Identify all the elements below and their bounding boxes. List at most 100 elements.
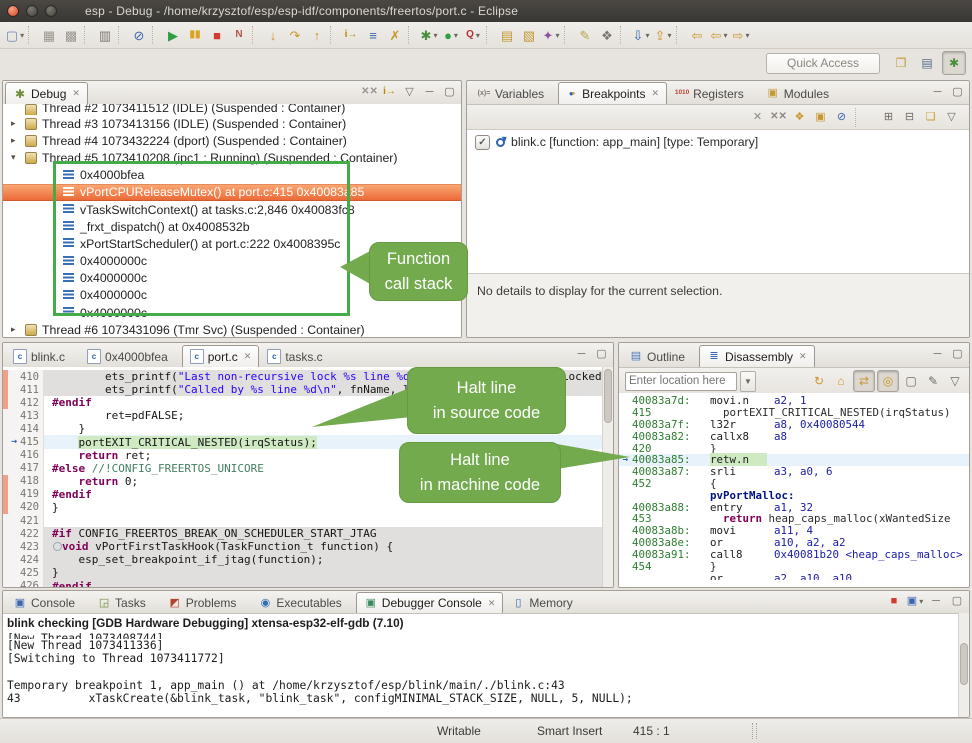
tab-tasks[interactable]: ◲ Tasks [89,592,160,613]
line-gutter[interactable]: 412 [3,396,44,409]
disassembly-row[interactable]: 40083a8b:movia11, 4 [619,525,969,537]
line-gutter[interactable]: 418 [3,475,44,488]
disassembly-row[interactable]: 40083a7d:movi.na2, 1 [619,395,969,407]
home-icon[interactable]: ⌂ [831,371,851,391]
tab-tasks-c[interactable]: c tasks.c [259,345,336,367]
disassembly-row[interactable]: 454} [619,560,969,572]
line-gutter[interactable]: 425 [3,566,44,579]
tree-expand-arrow[interactable]: ▸ [11,135,24,146]
pin-view-icon[interactable]: ✎ [923,371,943,391]
disassembly-row[interactable]: 452{ [619,478,969,490]
tab-debug[interactable]: ✱ Debug ✕ [5,82,88,104]
refresh-icon[interactable]: ↻ [809,371,829,391]
scrollbar-thumb[interactable] [960,643,968,685]
debug-tree-row[interactable]: ▸ Thread #6 1073431096 (Tmr Svc) (Suspen… [3,321,461,337]
forward-icon[interactable]: ⇨ [730,24,752,46]
tab-breakpoints[interactable]: Breakpoints ✕ [558,82,667,104]
last-edit-location-icon[interactable]: ⇦ [686,24,708,46]
open-folder-icon[interactable]: ▧ [518,24,540,46]
line-gutter[interactable]: 421 [3,514,44,527]
tab-variables[interactable]: Variables [469,82,558,104]
debug-tree-row[interactable]: _frxt_dispatch() at 0x4008532b [3,218,461,235]
disassembly-row[interactable]: 453 return heap_caps_malloc(xWantedSize [619,513,969,525]
code-line-421[interactable]: 421 [3,514,603,527]
maximize-icon[interactable]: ▢ [949,83,966,101]
line-gutter[interactable]: 426 [3,580,44,588]
new-cpp-project-icon[interactable]: ▤ [496,24,518,46]
cpp-perspective-icon[interactable]: ▤ [916,52,938,74]
tab-executables[interactable]: ◉ Executables [250,592,355,613]
disassembly-row[interactable]: 40083a87:srlia3, a0, 6 [619,466,969,478]
show-debug-icon[interactable]: ≡ [362,24,384,46]
tab-disassembly[interactable]: ≣ Disassembly ✕ [699,345,815,367]
line-gutter[interactable]: 423 [3,540,44,553]
disassembly-row[interactable]: 40083a7f:l32ra8, 0x40080544 [619,419,969,431]
line-gutter[interactable]: 419 [3,488,44,501]
new-wizard-icon[interactable]: ▢ [4,24,26,46]
tab-debugger-console[interactable]: ▣ Debugger Console ✕ [356,592,504,613]
sync-with-stack-icon[interactable]: ⇄ [853,370,875,392]
fetch-symbols-icon[interactable]: ⇩ [630,24,652,46]
step-over-icon[interactable]: ↷ [284,24,306,46]
quick-access-field[interactable]: Quick Access [766,53,880,74]
display-selected-console-icon[interactable]: ▣ [906,592,924,610]
maximize-icon[interactable]: ▢ [948,592,966,610]
debug-tree-row[interactable]: vTaskSwitchContext() at tasks.c:2,846 0x… [3,201,461,218]
breakpoint-item[interactable]: ✓ blink.c [function: app_main] [type: Te… [467,133,969,151]
line-gutter[interactable]: 422 [3,527,44,540]
line-gutter[interactable]: 413 [3,409,44,422]
code-line-425[interactable]: 425} [3,566,603,579]
debug-tree-row[interactable]: vPortCPUReleaseMutex() at port.c:415 0x4… [3,184,461,201]
terminate-console-icon[interactable]: ■ [885,592,903,610]
open-new-view-icon[interactable]: ▢ [901,371,921,391]
step-into-icon[interactable]: ↓ [262,24,284,46]
tab-port-c[interactable]: c port.c ✕ [182,345,260,367]
disconnect-icon[interactable]: N [228,24,250,46]
minimize-icon[interactable]: ─ [421,83,438,101]
maximize-icon[interactable]: ▢ [949,345,966,363]
disassembly-listing[interactable]: 40083a7d:movi.na2, 1415 portEXIT_CRITICA… [619,393,969,587]
remove-all-breakpoints-icon[interactable]: ✕✕ [769,108,788,127]
disassembly-row[interactable]: 40083a91:call80x40081b20 <heap_caps_mall… [619,548,969,560]
tree-expand-arrow[interactable]: ▸ [11,324,24,335]
tab-console[interactable]: ▣ Console [5,592,89,613]
window-close-button[interactable] [7,5,19,17]
use-step-filters-icon[interactable]: ✗ [384,24,406,46]
line-gutter[interactable]: 417 [3,462,44,475]
minimize-icon[interactable]: ─ [927,592,945,610]
save-all-icon[interactable]: ▩ [60,24,82,46]
tab-close-icon[interactable]: ✕ [652,88,660,99]
code-line-422[interactable]: 422#if CONFIG_FREERTOS_BREAK_ON_SCHEDULE… [3,527,603,540]
tab-modules[interactable]: ▣ Modules [758,82,843,104]
disassembly-row[interactable]: ora2, a10, a10 [619,572,969,580]
tab-blink-c[interactable]: c blink.c [5,345,79,367]
save-icon[interactable]: ▦ [38,24,60,46]
build-icon[interactable]: ❖ [596,24,618,46]
instruction-stepping-toggle-icon[interactable]: i→ [381,83,398,101]
minimize-icon[interactable]: ─ [929,83,946,101]
debug-tree-row[interactable]: Thread #2 1073411512 (IDLE) (Suspended :… [3,104,461,115]
maximize-icon[interactable]: ▢ [441,83,458,101]
expand-all-icon[interactable]: ⊞ [879,108,898,127]
mark-occurrences-icon[interactable]: ✎ [574,24,596,46]
line-gutter[interactable]: 416 [3,449,44,462]
maximize-icon[interactable]: ▢ [593,345,610,363]
annotations-icon[interactable]: ⇪ [652,24,674,46]
disassembly-row[interactable]: pvPortMalloc: [619,489,969,501]
step-return-icon[interactable]: ↑ [306,24,328,46]
tab-outline[interactable]: ▤ Outline [621,345,699,367]
line-gutter[interactable]: 411 [3,383,44,396]
debug-tree-row[interactable]: ▸ Thread #4 1073432224 (dport) (Suspende… [3,132,461,149]
window-maximize-button[interactable] [45,5,57,17]
collapse-all-icon[interactable]: ⊟ [900,108,919,127]
breakpoint-checkbox[interactable]: ✓ [475,135,490,150]
view-menu-icon[interactable]: ▽ [945,371,965,391]
code-line-423[interactable]: 423void vPortFirstTaskHook(TaskFunction_… [3,540,603,553]
debug-perspective-icon[interactable]: ✱ [942,51,966,75]
tree-expand-arrow[interactable]: ▸ [11,118,24,129]
line-gutter[interactable]: 410 [3,370,44,383]
minimize-icon[interactable]: ─ [929,345,946,363]
disassembly-row[interactable]: 40083a88:entrya1, 32 [619,501,969,513]
line-gutter[interactable]: 420 [3,501,44,514]
tab-problems[interactable]: ◩ Problems [160,592,251,613]
